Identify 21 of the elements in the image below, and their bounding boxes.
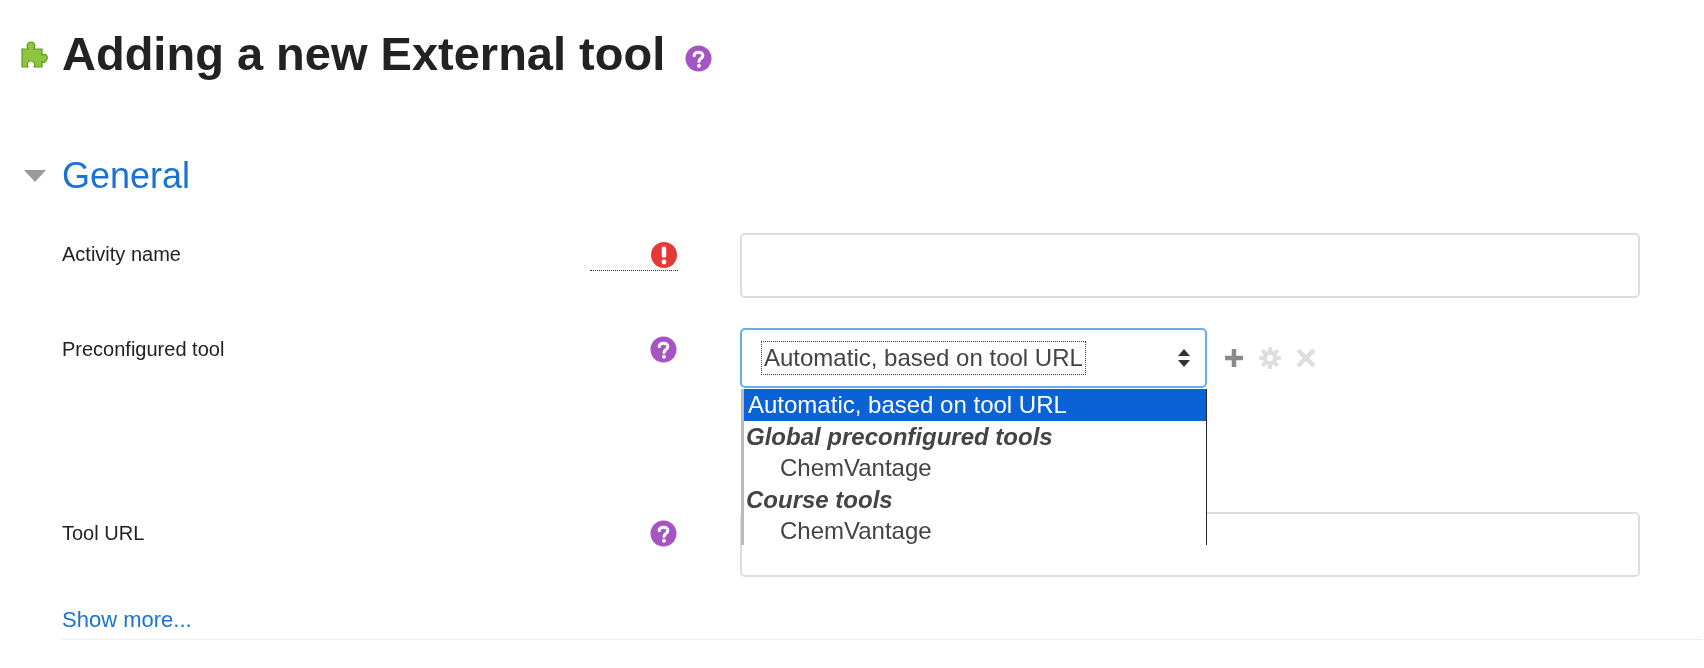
- section-title[interactable]: General: [62, 154, 191, 198]
- help-icon[interactable]: [650, 520, 677, 547]
- field-label: Preconfigured tool: [62, 337, 226, 362]
- page-title: Adding a new External tool: [62, 26, 666, 82]
- dropdown-select[interactable]: Automatic, based on tool URL: [740, 328, 1207, 388]
- collapse-triangle-icon[interactable]: [24, 169, 46, 183]
- help-icon[interactable]: [650, 336, 677, 363]
- puzzle-piece-icon: [18, 39, 48, 69]
- plus-icon[interactable]: [1223, 347, 1245, 369]
- dropdown-option[interactable]: Automatic, based on tool URL: [744, 389, 1206, 421]
- up-down-arrows-icon: [1177, 348, 1191, 368]
- show-more-link[interactable]: Show more...: [62, 607, 192, 633]
- help-icon[interactable]: [685, 44, 713, 72]
- field-label: Tool URL: [62, 521, 146, 546]
- dropdown-option[interactable]: ChemVantage: [744, 515, 1206, 545]
- option-group-label: Course tools: [745, 484, 894, 515]
- text-field[interactable]: [740, 233, 1640, 298]
- required-icon[interactable]: [650, 241, 678, 269]
- option-group-label: Global preconfigured tools: [745, 421, 1054, 452]
- field-label: Activity name: [62, 242, 182, 267]
- dropdown-option[interactable]: ChemVantage: [744, 452, 1206, 484]
